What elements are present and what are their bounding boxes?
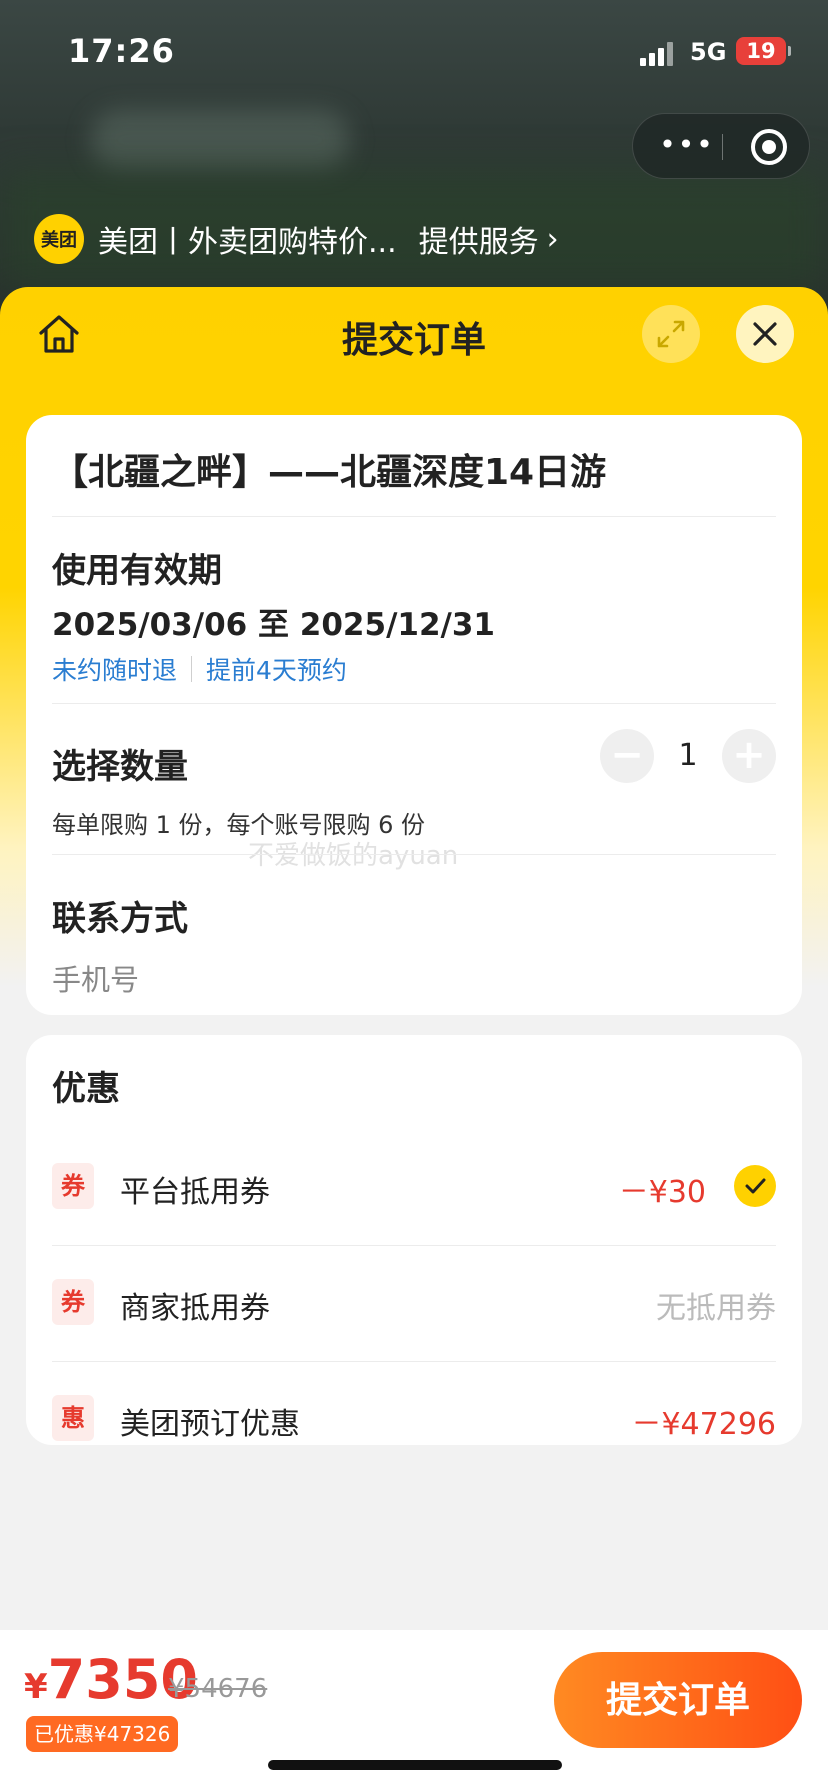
miniprogram-capsule: ••• xyxy=(632,113,810,179)
booking-discount-row: 惠 美团预订优惠 －¥47296 xyxy=(52,1361,776,1477)
network-type: 5G xyxy=(690,38,727,66)
order-info-card: 【北疆之畔】——北疆深度14日游 使用有效期 2025/03/06 至 2025… xyxy=(26,415,802,1015)
quantity-label: 选择数量 xyxy=(52,747,188,787)
saved-badge: 已优惠¥47326 xyxy=(26,1716,179,1752)
discount-label: 美团预订优惠 xyxy=(120,1407,300,1442)
sheet-title: 提交订单 xyxy=(341,320,486,361)
platform-coupon-row[interactable]: 券 平台抵用券 －¥30 xyxy=(52,1129,776,1245)
chevron-right-icon: › xyxy=(546,221,559,257)
signal-icon xyxy=(640,40,680,66)
validity-dates: 2025/03/06 至 2025/12/31 xyxy=(52,607,495,643)
coupon-badge: 券 xyxy=(52,1163,94,1209)
capsule-divider xyxy=(722,134,723,160)
divider xyxy=(52,516,776,517)
validity-tags: 未约随时退 提前4天预约 xyxy=(52,651,347,687)
discount-badge: 惠 xyxy=(52,1395,94,1441)
original-price: ¥54676 xyxy=(168,1674,268,1704)
reservation-tag: 提前4天预约 xyxy=(206,656,347,685)
refund-tag: 未约随时退 xyxy=(52,656,178,685)
order-sheet: 提交订单 【北疆之畔】——北疆深度14日游 使用有效期 2025/03/06 至… xyxy=(0,287,828,1792)
meituan-logo: 美团 xyxy=(34,214,84,264)
discount-label: 商家抵用券 xyxy=(120,1291,270,1326)
expand-icon[interactable] xyxy=(642,305,700,363)
discount-card: 优惠 券 平台抵用券 －¥30 券 商家抵用券 无抵用券 惠 美团预订优惠 －¥… xyxy=(26,1035,802,1445)
discount-amount: －¥47296 xyxy=(631,1407,776,1442)
discount-amount: 无抵用券 xyxy=(656,1291,776,1326)
provider-name: 美团丨外卖团购特价... xyxy=(98,225,397,260)
discount-label: 平台抵用券 xyxy=(120,1175,270,1210)
decrease-button[interactable]: − xyxy=(600,729,654,783)
validity-label: 使用有效期 xyxy=(52,551,222,591)
more-icon[interactable]: ••• xyxy=(653,114,721,180)
close-icon[interactable] xyxy=(736,305,794,363)
discount-amount: －¥30 xyxy=(618,1175,706,1210)
check-icon[interactable] xyxy=(734,1165,776,1207)
discount-title: 优惠 xyxy=(52,1069,120,1109)
quantity-value: 1 xyxy=(678,738,698,773)
divider xyxy=(52,854,776,855)
target-icon[interactable] xyxy=(751,129,787,165)
home-indicator xyxy=(268,1760,562,1770)
contact-label: 联系方式 xyxy=(52,899,188,939)
currency-symbol: ¥ xyxy=(24,1667,48,1707)
tag-separator xyxy=(191,656,193,682)
sheet-header: 提交订单 xyxy=(0,287,828,383)
provider-service-label: 提供服务 xyxy=(418,225,539,260)
status-time: 17:26 xyxy=(68,32,175,70)
service-provider[interactable]: 美团 美团丨外卖团购特价... 提供服务 › xyxy=(34,214,559,264)
coupon-badge: 券 xyxy=(52,1279,94,1325)
battery-icon: 19 xyxy=(736,37,791,65)
increase-button[interactable]: + xyxy=(722,729,776,783)
status-bar: 17:26 5G 19 xyxy=(0,0,828,100)
divider xyxy=(52,703,776,704)
phone-input[interactable]: 手机号 xyxy=(52,957,139,999)
merchant-coupon-row[interactable]: 券 商家抵用券 无抵用券 xyxy=(52,1245,776,1361)
submit-order-button[interactable]: 提交订单 xyxy=(554,1652,802,1748)
product-title: 【北疆之畔】——北疆深度14日游 xyxy=(52,452,607,493)
quantity-stepper: − 1 + xyxy=(600,729,776,783)
